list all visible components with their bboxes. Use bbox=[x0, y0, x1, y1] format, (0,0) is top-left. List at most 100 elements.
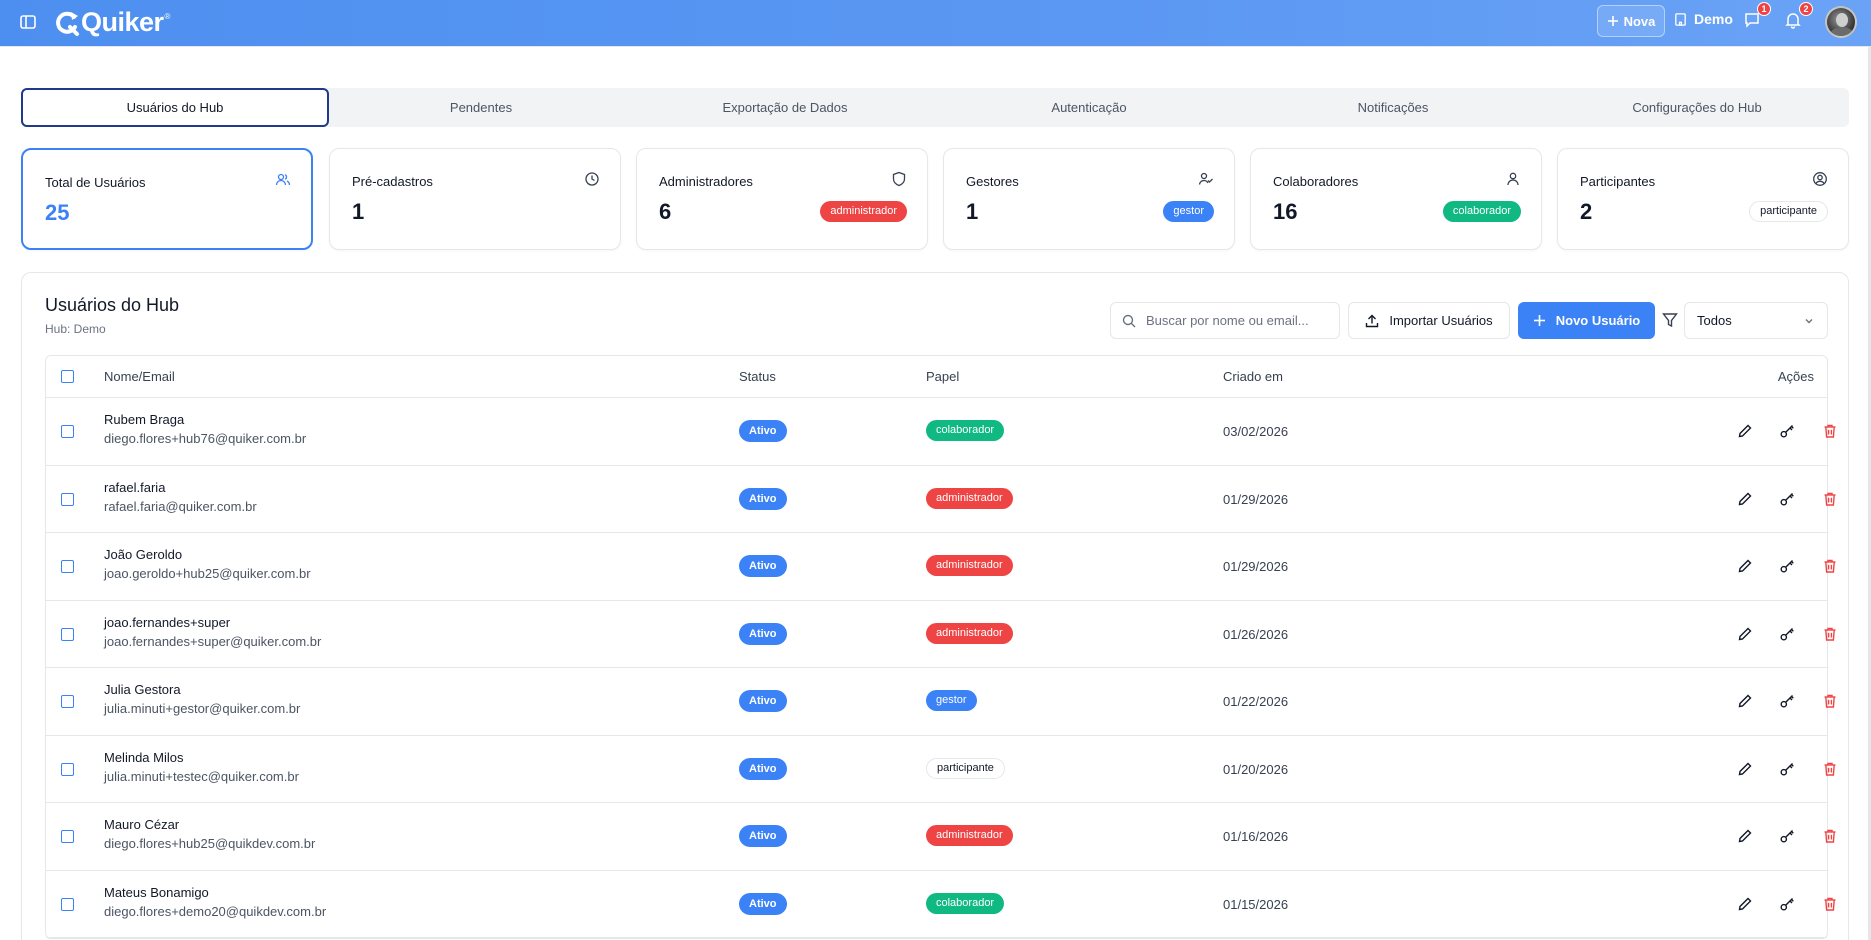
tab-exportacao-de-dados[interactable]: Exportação de Dados bbox=[633, 88, 937, 127]
role-badge-gestor: gestor bbox=[1163, 201, 1214, 222]
tab-usuarios-do-hub[interactable]: Usuários do Hub bbox=[21, 88, 329, 127]
trash-icon[interactable] bbox=[1822, 693, 1838, 709]
stat-label: Pré-cadastros bbox=[352, 174, 433, 189]
trash-icon[interactable] bbox=[1822, 626, 1838, 642]
user-email: diego.flores+hub76@quiker.com.br bbox=[104, 431, 307, 446]
table-row[interactable]: rafael.faria rafael.faria@quiker.com.br … bbox=[46, 466, 1836, 533]
user-name: Mateus Bonamigo bbox=[104, 884, 209, 900]
shield-icon bbox=[891, 171, 907, 187]
column-header-status: Status bbox=[739, 369, 776, 384]
table-row[interactable]: joao.fernandes+super joao.fernandes+supe… bbox=[46, 601, 1836, 668]
table-row[interactable]: Mauro Cézar diego.flores+hub25@quikdev.c… bbox=[46, 803, 1836, 871]
logo-registered-mark: ® bbox=[164, 12, 171, 21]
key-icon[interactable] bbox=[1779, 626, 1795, 642]
user-name: Julia Gestora bbox=[104, 682, 181, 697]
stat-card-total-usuarios[interactable]: Total de Usuários 25 bbox=[21, 148, 313, 250]
row-checkbox[interactable] bbox=[61, 695, 74, 708]
edit-pencil-icon[interactable] bbox=[1737, 828, 1753, 844]
table-row[interactable]: Melinda Milos julia.minuti+testec@quiker… bbox=[46, 736, 1836, 803]
stat-value: 16 bbox=[1273, 199, 1298, 224]
row-checkbox[interactable] bbox=[61, 425, 74, 438]
role-badge: colaborador bbox=[926, 420, 1005, 441]
row-checkbox[interactable] bbox=[61, 897, 74, 911]
stat-card-gestores[interactable]: Gestores 1 gestor bbox=[943, 148, 1235, 250]
stat-card-administradores[interactable]: Administradores 6 administrador bbox=[636, 148, 928, 250]
status-badge: Ativo bbox=[739, 892, 787, 915]
edit-pencil-icon[interactable] bbox=[1737, 693, 1753, 709]
status-badge: Ativo bbox=[739, 690, 787, 712]
search-icon bbox=[1122, 314, 1136, 327]
import-users-button[interactable]: Importar Usuários bbox=[1348, 302, 1510, 339]
row-checkbox[interactable] bbox=[61, 830, 74, 843]
stat-card-participantes[interactable]: Participantes 2 participante bbox=[1557, 148, 1849, 250]
key-icon[interactable] bbox=[1779, 828, 1795, 844]
new-user-button[interactable]: Novo Usuário bbox=[1518, 302, 1655, 339]
table-row[interactable]: Julia Gestora julia.minuti+gestor@quiker… bbox=[46, 668, 1836, 736]
status-badge: Ativo bbox=[739, 555, 787, 577]
tab-notificacoes[interactable]: Notificações bbox=[1241, 88, 1545, 127]
table-body: Rubem Braga diego.flores+hub76@quiker.co… bbox=[46, 398, 1836, 938]
panel-title: Usuários do Hub bbox=[45, 295, 180, 315]
trash-icon[interactable] bbox=[1822, 761, 1838, 777]
nova-button[interactable]: Nova bbox=[1597, 5, 1665, 37]
column-header-actions: Ações bbox=[1777, 369, 1814, 384]
table-row[interactable]: Rubem Braga diego.flores+hub76@quiker.co… bbox=[46, 398, 1836, 466]
trash-icon[interactable] bbox=[1822, 491, 1838, 507]
key-icon[interactable] bbox=[1779, 423, 1795, 439]
stat-label: Total de Usuários bbox=[45, 175, 146, 190]
trash-icon[interactable] bbox=[1822, 423, 1838, 439]
created-date: 01/16/2026 bbox=[1223, 829, 1289, 844]
sidebar-toggle-icon[interactable] bbox=[19, 13, 37, 31]
role-badge: administrador bbox=[926, 555, 1013, 576]
table-row[interactable]: Mateus Bonamigo diego.flores+demo20@quik… bbox=[46, 871, 1836, 938]
row-checkbox[interactable] bbox=[61, 560, 74, 573]
tab-pendentes[interactable]: Pendentes bbox=[329, 88, 633, 127]
quiker-logo[interactable]: Quiker ® bbox=[54, 7, 170, 38]
role-badge-colaborador: colaborador bbox=[1442, 201, 1521, 222]
stat-card-pre-cadastros[interactable]: Pré-cadastros 1 bbox=[329, 148, 621, 250]
notifications-badge: 2 bbox=[1799, 2, 1813, 16]
table-row[interactable]: João Geroldo joao.geroldo+hub25@quiker.c… bbox=[46, 533, 1836, 601]
key-icon[interactable] bbox=[1779, 761, 1795, 777]
edit-pencil-icon[interactable] bbox=[1737, 896, 1753, 912]
edit-pencil-icon[interactable] bbox=[1737, 626, 1753, 642]
key-icon[interactable] bbox=[1779, 896, 1795, 912]
created-date: 01/15/2026 bbox=[1223, 896, 1289, 912]
new-user-label: Novo Usuário bbox=[1555, 313, 1641, 328]
search-input[interactable] bbox=[1146, 313, 1326, 328]
row-checkbox[interactable] bbox=[61, 627, 74, 641]
key-icon[interactable] bbox=[1779, 558, 1795, 574]
plus-icon bbox=[1533, 315, 1545, 326]
key-icon[interactable] bbox=[1779, 491, 1795, 507]
filter-icon[interactable] bbox=[1662, 312, 1680, 330]
top-header: Quiker ® Nova Demo 1 2 bbox=[0, 0, 1871, 46]
trash-icon[interactable] bbox=[1822, 828, 1838, 844]
edit-pencil-icon[interactable] bbox=[1737, 491, 1753, 507]
trash-icon[interactable] bbox=[1822, 896, 1838, 912]
row-checkbox[interactable] bbox=[61, 762, 74, 776]
stat-card-colaboradores[interactable]: Colaboradores 16 colaborador bbox=[1250, 148, 1542, 250]
edit-pencil-icon[interactable] bbox=[1737, 558, 1753, 574]
role-badge: gestor bbox=[926, 690, 977, 711]
select-all-checkbox[interactable] bbox=[61, 370, 74, 383]
role-filter-select[interactable]: Todos bbox=[1684, 302, 1828, 339]
row-checkbox[interactable] bbox=[61, 492, 74, 506]
created-date: 01/20/2026 bbox=[1223, 761, 1289, 777]
key-icon[interactable] bbox=[1779, 693, 1795, 709]
role-badge: administrador bbox=[926, 622, 1013, 644]
trash-icon[interactable] bbox=[1822, 558, 1838, 574]
created-date: 01/29/2026 bbox=[1223, 491, 1289, 507]
user-avatar[interactable] bbox=[1825, 6, 1857, 38]
status-badge: Ativo bbox=[739, 622, 787, 645]
nova-label: Nova bbox=[1623, 13, 1656, 29]
edit-pencil-icon[interactable] bbox=[1737, 423, 1753, 439]
user-name: joao.fernandes+super bbox=[104, 614, 231, 630]
search-box[interactable] bbox=[1110, 302, 1340, 339]
role-badge: administrador bbox=[926, 825, 1013, 846]
tab-configuracoes-do-hub[interactable]: Configurações do Hub bbox=[1545, 88, 1849, 127]
messages-badge: 1 bbox=[1757, 2, 1771, 16]
edit-pencil-icon[interactable] bbox=[1737, 761, 1753, 777]
stat-label: Gestores bbox=[966, 174, 1019, 189]
tab-autenticacao[interactable]: Autenticação bbox=[937, 88, 1241, 127]
hub-selector[interactable]: Demo bbox=[1673, 11, 1733, 27]
